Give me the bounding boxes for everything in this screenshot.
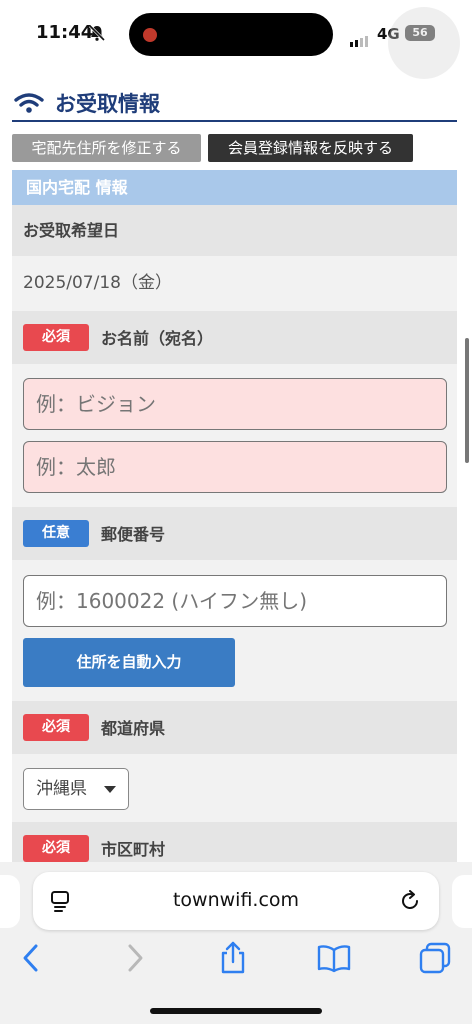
page-title: お受取情報: [55, 92, 160, 116]
postal-label-row: 任意 郵便番号: [12, 507, 457, 560]
share-icon[interactable]: [215, 940, 251, 976]
back-icon[interactable]: [14, 940, 50, 976]
apply-member-info-button[interactable]: 会員登録情報を反映する: [208, 134, 413, 162]
required-badge: 必須: [23, 835, 89, 862]
address-bar[interactable]: townwifi.com: [33, 872, 439, 930]
wifi-icon: [14, 93, 44, 113]
fix-address-button[interactable]: 宅配先住所を修正する: [12, 134, 201, 162]
domestic-delivery-header: 国内宅配 情報: [12, 170, 457, 205]
scrollbar[interactable]: [465, 338, 469, 463]
prefecture-label: 都道府県: [101, 719, 166, 738]
touch-indicator: [388, 7, 460, 79]
next-tab-peek[interactable]: [452, 875, 472, 928]
city-label-row: 必須 市区町村: [12, 822, 457, 867]
pickup-date-label: お受取希望日: [12, 205, 457, 256]
first-name-input[interactable]: [23, 441, 447, 493]
postal-code-input[interactable]: [23, 575, 447, 627]
prefecture-label-row: 必須 都道府県: [12, 701, 457, 754]
reload-icon[interactable]: [399, 890, 421, 912]
name-label-row: 必須 お名前（宛名）: [12, 311, 457, 364]
city-label: 市区町村: [101, 840, 166, 859]
name-label: お名前（宛名）: [101, 329, 214, 348]
bookmarks-icon[interactable]: [316, 940, 352, 976]
optional-badge: 任意: [23, 520, 89, 547]
url-text: townwifi.com: [172, 889, 300, 911]
forward-icon[interactable]: [116, 940, 152, 976]
last-name-input[interactable]: [23, 378, 447, 430]
status-bar: 11:44 4G 56: [0, 0, 472, 79]
postal-label: 郵便番号: [101, 525, 166, 544]
previous-tab-peek[interactable]: [0, 875, 20, 928]
tabs-icon[interactable]: [417, 940, 453, 976]
bell-slash-icon: [88, 24, 106, 42]
prefecture-select[interactable]: 沖縄県: [23, 768, 129, 810]
status-time: 11:44: [36, 22, 94, 43]
recording-dot-icon: [143, 28, 157, 42]
section-header: お受取情報: [12, 84, 457, 122]
prefecture-selected-value: 沖縄県: [36, 779, 87, 799]
required-badge: 必須: [23, 714, 89, 741]
signal-icon: [350, 28, 370, 47]
pickup-date-value: 2025/07/18（金）: [12, 256, 457, 311]
dynamic-island: [129, 13, 333, 56]
auto-address-button[interactable]: 住所を自動入力: [23, 638, 235, 687]
home-indicator: [150, 1008, 322, 1014]
chevron-down-icon: [104, 786, 116, 793]
required-badge: 必須: [23, 324, 89, 351]
